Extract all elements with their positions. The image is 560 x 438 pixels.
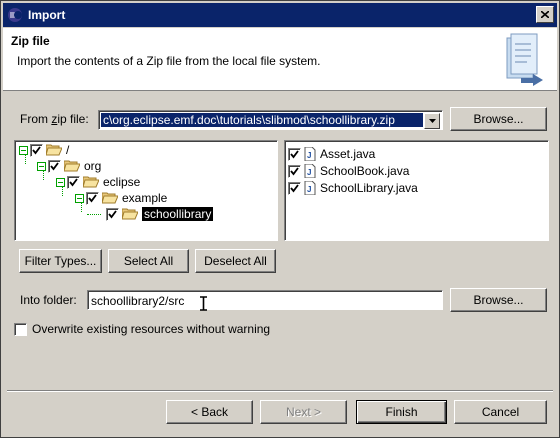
- tree-item-example[interactable]: example: [75, 190, 167, 206]
- collapse-toggle-icon[interactable]: [56, 177, 65, 187]
- into-folder-label: Into folder:: [20, 293, 77, 307]
- wizard-banner: Zip file Import the contents of a Zip fi…: [3, 28, 557, 91]
- filter-types-button[interactable]: Filter Types...: [19, 249, 102, 273]
- collapse-toggle-icon[interactable]: [75, 193, 84, 203]
- zip-file-combo[interactable]: c\org.eclipse.emf.doc\tutorials\slibmod\…: [98, 110, 443, 130]
- folder-open-icon: [46, 144, 62, 156]
- file-item[interactable]: J SchoolBook.java: [288, 163, 409, 179]
- checkbox-icon[interactable]: [67, 175, 80, 189]
- tree-item-org[interactable]: org: [37, 158, 101, 174]
- folder-open-icon: [83, 176, 99, 188]
- chevron-down-icon: [428, 119, 436, 123]
- back-button[interactable]: < Back: [166, 400, 253, 424]
- file-item-label: Asset.java: [320, 147, 376, 161]
- finish-button[interactable]: Finish: [356, 400, 447, 424]
- checkbox-icon[interactable]: [48, 159, 61, 173]
- zip-file-value[interactable]: c\org.eclipse.emf.doc\tutorials\slibmod\…: [101, 113, 423, 127]
- combo-dropdown-button[interactable]: [424, 113, 440, 129]
- svg-text:J: J: [307, 185, 311, 194]
- import-wizard-icon: [506, 33, 543, 86]
- zip-browse-button[interactable]: Browse...: [450, 107, 547, 131]
- checkbox-icon[interactable]: [288, 164, 301, 178]
- checkbox-icon[interactable]: [14, 322, 27, 336]
- tree-item-root[interactable]: /: [19, 142, 69, 158]
- tree-item-label: org: [84, 159, 102, 173]
- file-item[interactable]: J SchoolLibrary.java: [288, 180, 418, 196]
- svg-text:J: J: [307, 151, 311, 160]
- next-button: Next >: [260, 400, 347, 424]
- folder-tree[interactable]: / org eclipse example schoollibrary: [14, 140, 278, 241]
- folder-browse-button[interactable]: Browse...: [450, 288, 547, 312]
- folder-open-icon: [102, 192, 118, 204]
- overwrite-label: Overwrite existing resources without war…: [32, 322, 271, 336]
- tree-item-label: eclipse: [103, 175, 141, 189]
- close-button[interactable]: [536, 6, 554, 23]
- checkbox-icon[interactable]: [288, 147, 301, 161]
- tree-item-eclipse[interactable]: eclipse: [56, 174, 140, 190]
- collapse-toggle-icon[interactable]: [19, 145, 28, 155]
- eclipse-app-icon: [8, 8, 22, 22]
- java-file-icon: J: [304, 147, 316, 161]
- wizard-page-description: Import the contents of a Zip file from t…: [17, 54, 321, 68]
- overwrite-option[interactable]: Overwrite existing resources without war…: [14, 321, 270, 337]
- close-icon: [541, 11, 549, 18]
- zip-file-label: From zip file:: [20, 112, 89, 126]
- folder-open-icon: [64, 160, 80, 172]
- title-bar[interactable]: Import: [3, 3, 557, 27]
- file-list[interactable]: J Asset.java J SchoolBook.java J SchoolL…: [284, 140, 549, 241]
- tree-item-label: example: [122, 191, 168, 205]
- cancel-button[interactable]: Cancel: [454, 400, 547, 424]
- collapse-toggle-icon[interactable]: [37, 161, 46, 171]
- checkbox-icon[interactable]: [30, 143, 43, 157]
- file-item-label: SchoolLibrary.java: [320, 181, 418, 195]
- into-folder-input[interactable]: schoollibrary2/src: [87, 290, 443, 310]
- tree-item-label-selected: schoollibrary: [142, 207, 214, 221]
- deselect-all-button[interactable]: Deselect All: [195, 249, 276, 273]
- java-file-icon: J: [304, 181, 316, 195]
- svg-text:J: J: [307, 168, 311, 177]
- file-item[interactable]: J Asset.java: [288, 146, 375, 162]
- select-all-button[interactable]: Select All: [108, 249, 189, 273]
- import-dialog: Import Zip file Import the contents of a…: [0, 0, 560, 438]
- file-item-label: SchoolBook.java: [320, 164, 410, 178]
- wizard-page-title: Zip file: [11, 34, 50, 48]
- tree-item-schoollibrary[interactable]: schoollibrary: [106, 206, 214, 222]
- java-file-icon: J: [304, 164, 316, 178]
- footer-separator: [7, 390, 553, 392]
- checkbox-icon[interactable]: [288, 181, 301, 195]
- window-title: Import: [28, 8, 66, 22]
- checkbox-icon[interactable]: [106, 207, 119, 221]
- folder-icon: [122, 208, 138, 220]
- tree-item-label: /: [66, 143, 70, 157]
- checkbox-icon[interactable]: [86, 191, 99, 205]
- text-cursor-icon: [200, 296, 207, 311]
